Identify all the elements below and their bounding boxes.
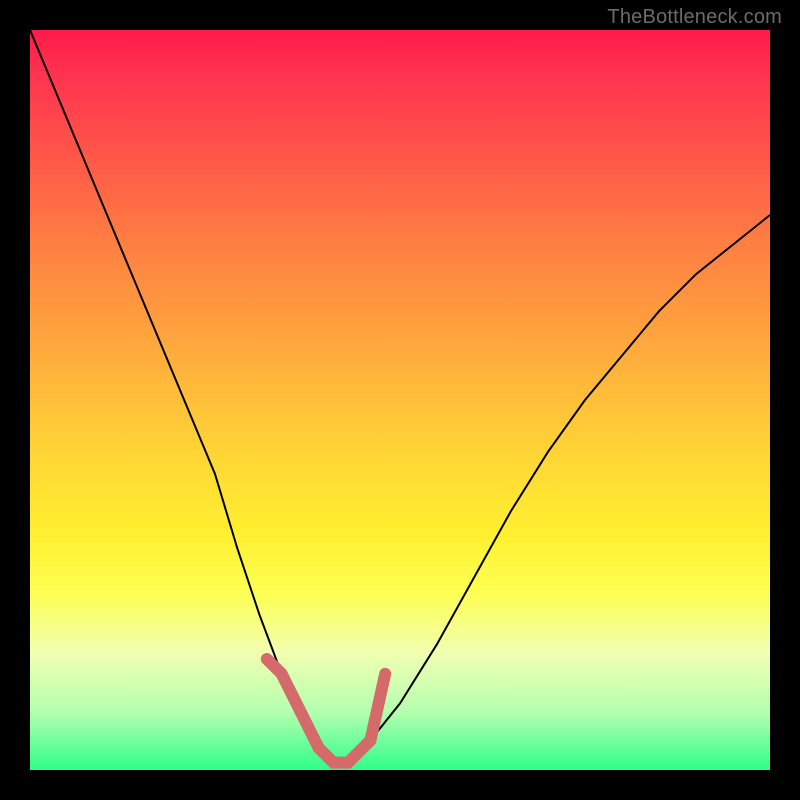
watermark-text: TheBottleneck.com bbox=[607, 6, 782, 29]
optimal-marker-mid bbox=[282, 674, 371, 763]
chart-svg bbox=[30, 30, 770, 770]
chart-area bbox=[30, 30, 770, 770]
bottleneck-curve bbox=[30, 30, 770, 763]
optimal-marker-right bbox=[370, 674, 385, 741]
